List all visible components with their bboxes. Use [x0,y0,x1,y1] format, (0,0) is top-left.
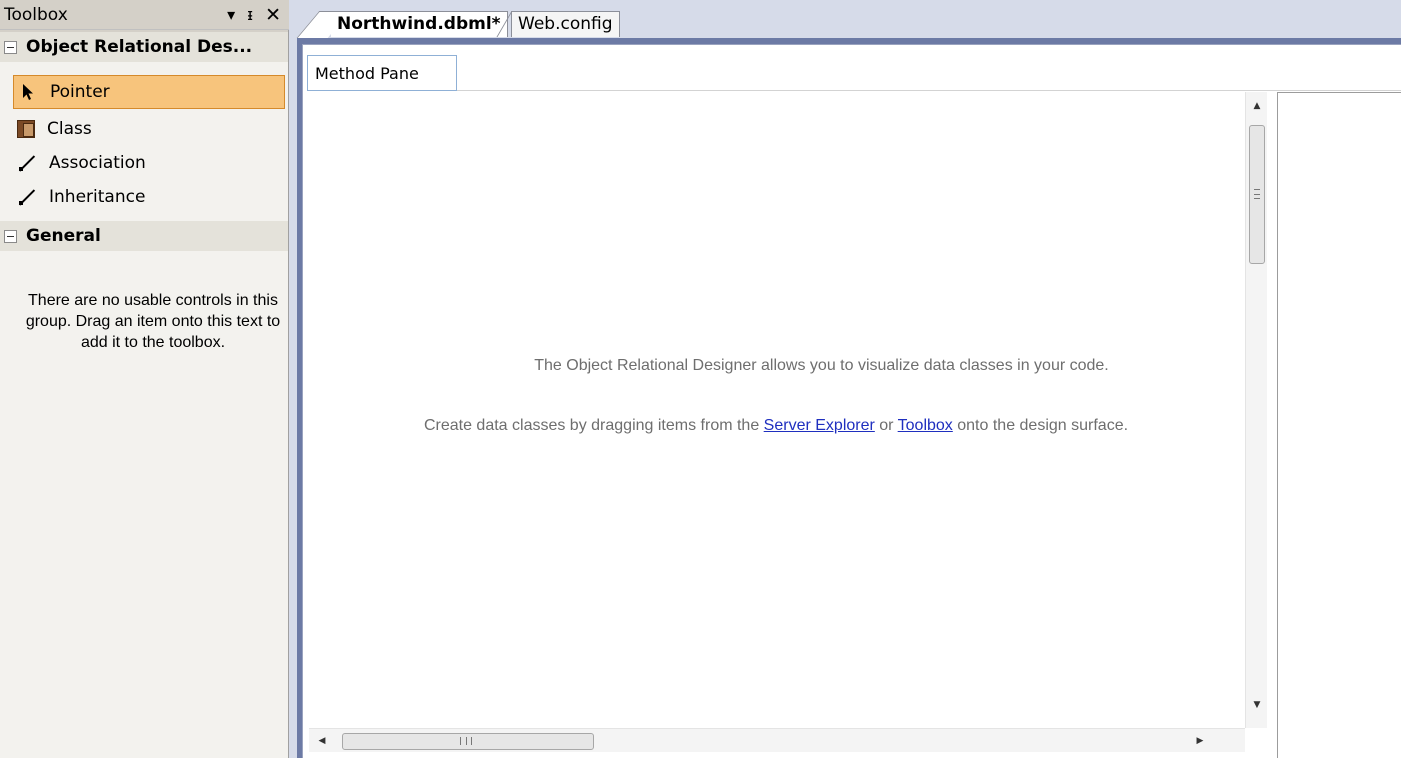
tool-item-label: Association [49,153,146,173]
horizontal-scrollbar[interactable]: ◀ ▶ [309,728,1245,752]
scroll-right-icon[interactable]: ▶ [1189,729,1211,753]
design-surface[interactable] [309,92,1245,728]
tool-item-pointer[interactable]: Pointer [13,75,285,109]
tab-northwind-dbml[interactable]: Northwind.dbml* [331,11,508,37]
group-header-object-relational-designer[interactable]: Object Relational Des... [0,32,288,62]
scroll-grip-icon [460,737,472,745]
toolbox-body: Object Relational Des... Pointer Class A… [0,32,288,758]
toolbox-header-buttons: ▾ ᵻ ✕ [227,5,281,25]
designer-help-message: Create data classes by dragging items fr… [336,414,1216,438]
tool-item-label: Inheritance [49,187,146,207]
dropdown-arrow-icon[interactable]: ▾ [227,5,235,25]
inheritance-icon [17,187,37,207]
toolbox-link[interactable]: Toolbox [898,417,953,434]
tool-item-association[interactable]: Association [0,146,288,180]
help-text-start: Create data classes by dragging items fr… [423,417,764,434]
pin-icon[interactable]: ᵻ [247,5,253,25]
method-pane-divider [457,90,1401,91]
server-explorer-link[interactable]: Server Explorer [764,417,875,434]
group-label: General [26,226,101,246]
scroll-left-icon[interactable]: ◀ [311,729,333,753]
group-label: Object Relational Des... [26,37,253,57]
toolbox-panel: Toolbox ▾ ᵻ ✕ Object Relational Des... P… [0,0,289,758]
tab-web-config[interactable]: Web.config [511,11,620,37]
collapse-icon[interactable] [4,40,17,54]
method-pane[interactable] [1277,92,1401,758]
pane-splitter[interactable] [1267,92,1277,758]
collapse-icon[interactable] [4,229,17,243]
tool-item-inheritance[interactable]: Inheritance [0,180,288,214]
scroll-up-icon[interactable]: ▲ [1246,94,1268,118]
help-text-end: onto the design surface. [952,417,1129,434]
toolbox-header: Toolbox ▾ ᵻ ✕ [0,0,289,30]
close-icon[interactable]: ✕ [265,5,281,25]
pointer-icon [18,82,38,102]
group-header-general[interactable]: General [0,221,288,251]
class-icon [17,120,35,138]
tool-item-label: Pointer [50,82,110,102]
designer-intro-message: The Object Relational Designer allows yo… [534,357,1109,374]
association-icon [17,153,37,173]
scroll-grip-icon [1254,189,1260,199]
toolbox-title: Toolbox [4,4,68,25]
method-pane-tab[interactable]: Method Pane [307,55,457,91]
vertical-scroll-thumb[interactable] [1249,125,1265,264]
vertical-scrollbar[interactable]: ▲ ▼ [1245,92,1267,728]
scroll-down-icon[interactable]: ▼ [1246,693,1268,717]
horizontal-scroll-thumb[interactable] [342,733,594,750]
help-text-middle: or [874,417,898,434]
tool-item-class[interactable]: Class [0,112,288,146]
tool-item-label: Class [47,119,92,139]
group-empty-message[interactable]: There are no usable controls in this gro… [24,290,282,353]
document-tab-strip: Northwind.dbml* Web.config [297,0,1401,40]
